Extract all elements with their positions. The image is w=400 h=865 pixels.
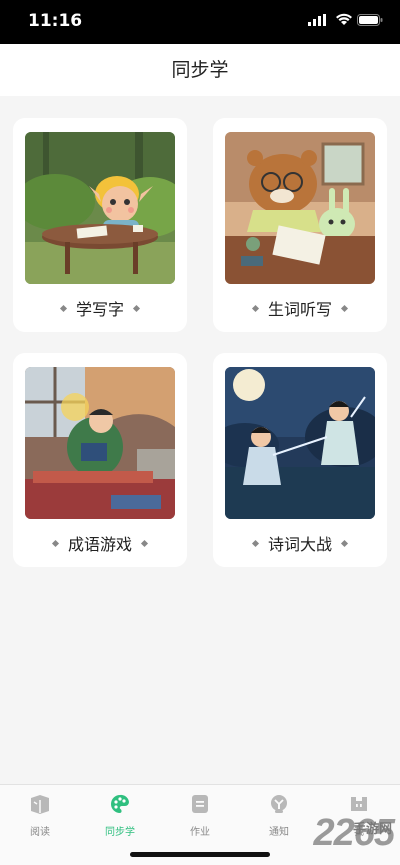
card-word-dictation-illustration (225, 132, 375, 284)
card-word-dictation-label: 生词听写 (213, 296, 387, 320)
diamond-icon (140, 539, 149, 548)
tab-reading[interactable]: 阅读 (10, 793, 70, 838)
card-poetry-battle-label: 诗词大战 (213, 531, 387, 555)
tab-sync-learn-label: 同步学 (105, 827, 135, 838)
status-time: 11:16 (28, 11, 83, 31)
diamond-icon (251, 304, 260, 313)
diamond-icon (251, 539, 260, 548)
bell-icon (271, 795, 287, 813)
card-learn-writing[interactable]: 学写字 (13, 118, 187, 332)
tab-homework[interactable]: 作业 (170, 793, 230, 838)
watermark-text: 手游网 (352, 821, 392, 836)
diamond-icon (132, 304, 141, 313)
status-bar: 11:16 (0, 0, 400, 44)
tab-notice[interactable]: 通知 (249, 793, 309, 838)
tab-reading-label: 阅读 (30, 827, 50, 838)
diamond-icon (340, 539, 349, 548)
tab-notice-label: 通知 (269, 827, 289, 838)
card-poetry-battle-illustration (225, 367, 375, 519)
card-learn-writing-label: 学写字 (13, 296, 187, 320)
card-word-dictation[interactable]: 生词听写 (213, 118, 387, 332)
card-idiom-game[interactable]: 成语游戏 (13, 353, 187, 567)
page-title: 同步学 (171, 59, 229, 81)
card-learn-writing-illustration (25, 132, 175, 284)
tab-homework-label: 作业 (190, 827, 210, 838)
nav-bar: 同步学 (0, 44, 400, 96)
signal-icon (308, 14, 326, 26)
book-icon (31, 795, 49, 814)
card-poetry-battle[interactable]: 诗词大战 (213, 353, 387, 567)
tab-sync-learn[interactable]: 同步学 (90, 793, 150, 838)
card-idiom-game-illustration (25, 367, 175, 519)
palette-icon (111, 794, 129, 813)
battery-icon (357, 14, 383, 26)
card-idiom-game-label: 成语游戏 (13, 531, 187, 555)
home-indicator (130, 852, 270, 857)
site-watermark: 2265 手游网 (313, 812, 395, 854)
diamond-icon (340, 304, 349, 313)
homework-icon (192, 795, 208, 813)
wifi-icon (336, 13, 352, 25)
diamond-icon (59, 304, 68, 313)
diamond-icon (51, 539, 60, 548)
